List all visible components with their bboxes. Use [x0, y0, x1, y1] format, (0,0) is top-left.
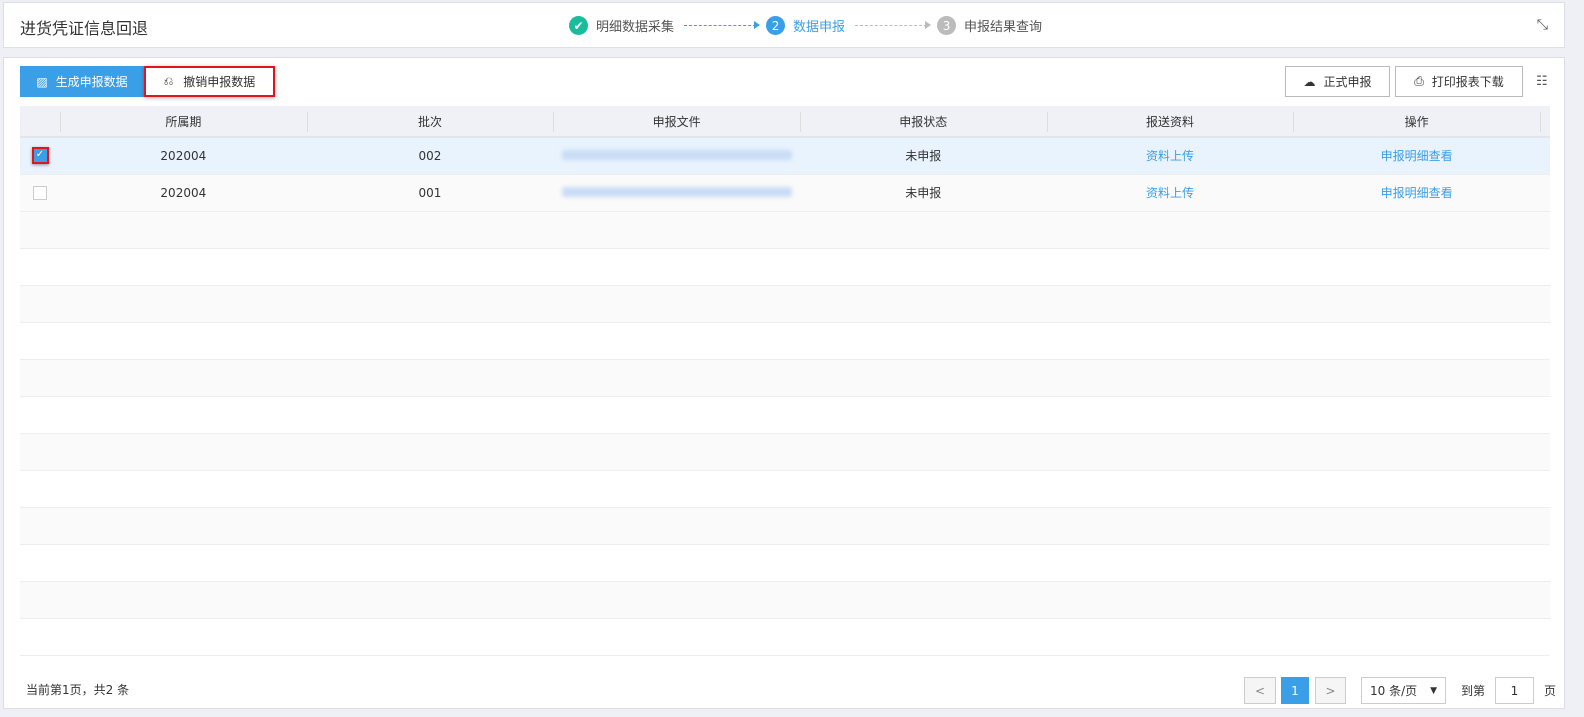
printer-icon: ⎙	[1414, 74, 1424, 88]
page-size-select[interactable]: 10 条/页 ▼	[1361, 677, 1446, 704]
empty-row	[20, 433, 1550, 471]
file-cell[interactable]	[553, 137, 800, 175]
view-detail-link[interactable]: 申报明细查看	[1381, 149, 1453, 163]
formal-declare-button[interactable]: ☁ 正式申报	[1285, 66, 1390, 97]
page-title: 进货凭证信息回退	[20, 19, 149, 38]
empty-row	[20, 211, 1550, 249]
empty-row	[20, 396, 1550, 434]
goto-suffix: 页	[1544, 684, 1557, 698]
generate-label: 生成申报数据	[55, 75, 128, 89]
col-materials: 报送资料	[1046, 106, 1294, 138]
col-batch: 批次	[306, 106, 554, 138]
cancel-label: 撤销申报数据	[183, 75, 256, 89]
status-cell: 未申报	[799, 174, 1047, 212]
empty-row	[20, 544, 1550, 582]
view-detail-link[interactable]: 申报明细查看	[1381, 186, 1453, 200]
batch-cell: 002	[306, 137, 554, 175]
col-actions: 操作	[1293, 106, 1540, 138]
file-cell[interactable]	[553, 174, 800, 212]
row-checkbox[interactable]	[33, 185, 47, 200]
cancel-declaration-button[interactable]: ⎌ 撤销申报数据	[144, 66, 275, 97]
generate-button[interactable]: ▨ 生成申报数据	[20, 66, 144, 97]
col-period: 所属期	[60, 106, 307, 138]
empty-row	[20, 507, 1550, 545]
empty-row	[20, 470, 1550, 508]
batch-cell: 001	[306, 174, 554, 212]
status-cell: 未申报	[799, 137, 1047, 175]
chart-icon: ▨	[36, 74, 48, 89]
goto-label: 到第	[1461, 684, 1486, 698]
page-size-value: 10 条/页	[1370, 684, 1418, 698]
cloud-upload-icon: ☁	[1303, 74, 1316, 89]
stepper: ✔ 明细数据采集 2 数据申报 3 申报结果查询	[569, 16, 1042, 35]
header-bar: 进货凭证信息回退 ✔ 明细数据采集 2 数据申报 3 申报结果查询 ⤡	[3, 2, 1565, 48]
step-3-number: 3	[937, 16, 957, 35]
empty-row	[20, 581, 1550, 619]
empty-row	[20, 618, 1550, 656]
prev-page-button[interactable]: <	[1244, 677, 1276, 704]
next-page-button[interactable]: >	[1315, 677, 1346, 704]
print-download-button[interactable]: ⎙ 打印报表下载	[1395, 66, 1523, 97]
blurred-filename[interactable]	[561, 186, 792, 197]
page-info: 当前第1页，共2 条	[26, 683, 130, 697]
step-2-label: 数据申报	[793, 20, 846, 35]
select-col	[20, 106, 60, 138]
arrow-icon	[684, 21, 761, 29]
empty-row	[20, 359, 1550, 397]
arrow-icon	[855, 21, 932, 29]
print-label: 打印报表下载	[1431, 75, 1504, 89]
period-cell: 202004	[60, 174, 307, 212]
period-cell: 202004	[60, 137, 307, 175]
col-status: 申报状态	[799, 106, 1047, 138]
step-2-number: 2	[766, 16, 786, 35]
dropdown-arrow-icon: ▼	[1430, 685, 1437, 696]
undo-icon: ⎌	[163, 74, 174, 88]
table-row[interactable]: ✓ 202004 002 未申报 资料上传 申报明细查看	[20, 137, 1550, 175]
step-1-label: 明细数据采集	[596, 20, 675, 35]
main-panel: ▨ 生成申报数据 ⎌ 撤销申报数据 ☁ 正式申报 ⎙ 打印报表下载 ☷ 所属期 批次 申…	[3, 57, 1565, 709]
col-file: 申报文件	[553, 106, 800, 138]
row-checkbox[interactable]: ✓	[31, 147, 49, 165]
declaration-table: 所属期 批次 申报文件 申报状态 报送资料 操作 ✓ 202004 002 未申…	[20, 106, 1550, 656]
formal-label: 正式申报	[1323, 75, 1372, 89]
upload-link[interactable]: 资料上传	[1146, 149, 1194, 163]
empty-row	[20, 285, 1550, 323]
goto-page-input[interactable]: 1	[1495, 677, 1534, 704]
columns-icon[interactable]: ☷	[1536, 74, 1548, 89]
upload-link[interactable]: 资料上传	[1146, 186, 1194, 200]
blurred-filename[interactable]	[561, 149, 792, 160]
empty-row	[20, 322, 1550, 360]
page-1-button[interactable]: 1	[1281, 677, 1309, 704]
check-icon: ✔	[569, 16, 588, 35]
step-3-label: 申报结果查询	[964, 20, 1043, 35]
table-row[interactable]: 202004 001 未申报 资料上传 申报明细查看	[20, 174, 1550, 212]
fullscreen-icon[interactable]: ⤡	[1537, 17, 1548, 33]
empty-row	[20, 248, 1550, 286]
